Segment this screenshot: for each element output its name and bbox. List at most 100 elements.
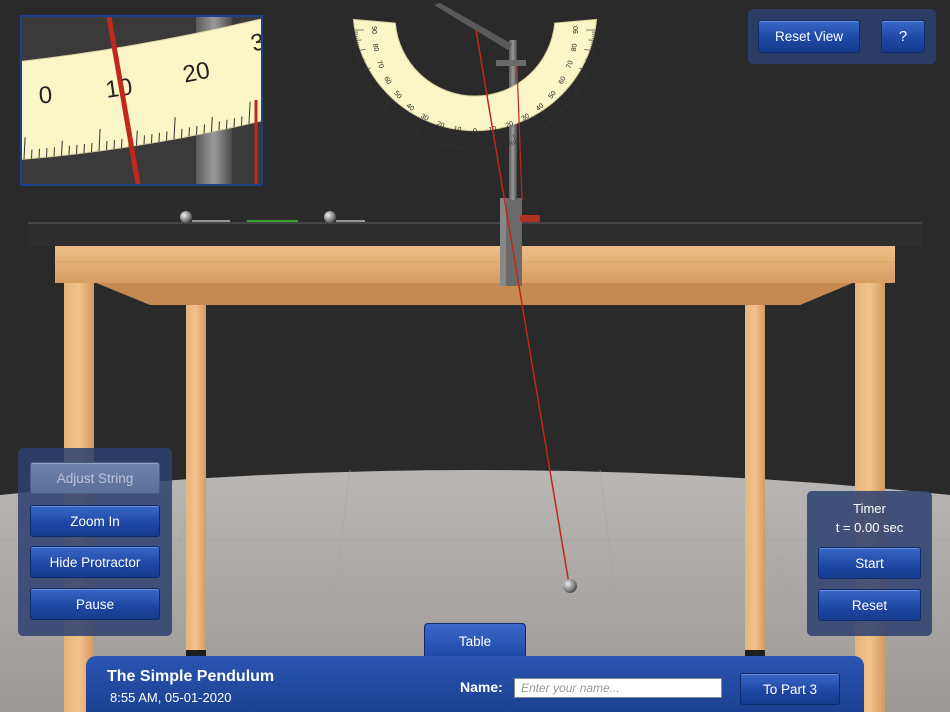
protractor-tick bbox=[359, 63, 364, 66]
hide-protractor-button[interactable]: Hide Protractor bbox=[30, 546, 160, 578]
protractor-tick bbox=[484, 143, 486, 151]
pendulum-bob[interactable] bbox=[563, 579, 577, 593]
protractor-label: 0 bbox=[473, 128, 477, 135]
reset-view-button[interactable]: Reset View bbox=[758, 20, 860, 53]
table-leg-back-left bbox=[186, 303, 206, 658]
protractor-tick bbox=[503, 143, 505, 148]
protractor-tick bbox=[389, 110, 395, 116]
name-input[interactable] bbox=[514, 678, 722, 698]
name-label: Name: bbox=[460, 679, 503, 695]
pause-button[interactable]: Pause bbox=[30, 588, 160, 620]
protractor-label: 90 bbox=[370, 26, 377, 34]
timer-start-button[interactable]: Start bbox=[818, 547, 921, 579]
protractor-tick bbox=[588, 56, 593, 58]
view-panel: Reset View ? bbox=[748, 9, 936, 64]
zoom-inset: 0 10 20 3 bbox=[20, 15, 263, 186]
protractor-tick bbox=[575, 90, 579, 93]
protractor-tick bbox=[584, 71, 589, 74]
protractor-tick bbox=[558, 111, 563, 115]
protractor-tick bbox=[372, 91, 376, 95]
timer-title: Timer bbox=[853, 501, 886, 516]
timer-reset-button[interactable]: Reset bbox=[818, 589, 921, 621]
protractor: 9080706050403020100102030405060708090 bbox=[352, 18, 598, 151]
protractor-tick bbox=[546, 114, 554, 123]
protractor-tick bbox=[545, 123, 549, 127]
protractor-tick bbox=[531, 132, 534, 136]
protractor-tick bbox=[540, 126, 543, 131]
protractor-tick bbox=[556, 113, 560, 118]
protractor-tick bbox=[574, 91, 578, 95]
protractor-tick bbox=[398, 120, 402, 125]
protractor-tick bbox=[551, 118, 555, 122]
next-part-button[interactable]: To Part 3 bbox=[740, 673, 840, 705]
protractor-tick bbox=[585, 59, 592, 62]
protractor-tick bbox=[363, 75, 368, 78]
protractor-tick bbox=[441, 142, 444, 147]
protractor-tick bbox=[586, 63, 591, 66]
zoom-label-20: 20 bbox=[181, 57, 213, 89]
protractor-tick bbox=[559, 101, 568, 109]
help-button[interactable]: ? bbox=[881, 20, 925, 53]
protractor-tick bbox=[565, 103, 570, 107]
protractor-label: 80 bbox=[571, 43, 579, 52]
protractor-tick bbox=[501, 143, 503, 148]
bottom-bar: The Simple Pendulum 8:55 AM, 05-01-2020 … bbox=[86, 656, 864, 712]
protractor-tick bbox=[357, 58, 362, 60]
protractor-tick bbox=[572, 93, 577, 97]
protractor-tick bbox=[546, 122, 550, 126]
protractor-tick bbox=[570, 85, 580, 91]
protractor-label: 10 bbox=[453, 126, 462, 134]
protractor-tick bbox=[370, 85, 380, 91]
protractor-tick bbox=[383, 106, 387, 110]
timer-readout: t = 0.00 sec bbox=[835, 520, 904, 535]
protractor-tick bbox=[367, 82, 371, 86]
protractor-tick bbox=[435, 140, 438, 145]
protractor-tick bbox=[464, 143, 466, 151]
protractor-body bbox=[352, 18, 598, 132]
protractor-tick bbox=[387, 111, 392, 115]
protractor-tick bbox=[390, 113, 394, 118]
protractor-tick bbox=[373, 93, 378, 97]
protractor-tick bbox=[360, 67, 365, 70]
protractor-tick bbox=[392, 115, 396, 119]
table-leg-back-right bbox=[745, 303, 765, 658]
protractor-tick bbox=[520, 137, 523, 142]
protractor-tick bbox=[516, 139, 519, 144]
protractor-tick bbox=[457, 145, 460, 150]
protractor-tick bbox=[548, 120, 552, 125]
protractor-tick bbox=[560, 109, 564, 113]
protractor-tick bbox=[393, 116, 397, 121]
protractor-label: 20 bbox=[435, 121, 445, 130]
protractor-label: 90 bbox=[573, 26, 580, 34]
protractor-tick bbox=[427, 137, 430, 142]
protractor-tick bbox=[553, 116, 557, 121]
protractor-tick bbox=[543, 124, 547, 129]
protractor-tick bbox=[447, 143, 449, 148]
protractor-tick bbox=[529, 133, 533, 137]
spare-bob-2 bbox=[324, 211, 336, 223]
tab-table[interactable]: Table bbox=[424, 623, 526, 659]
protractor-tick bbox=[374, 95, 379, 98]
protractor-tick bbox=[400, 122, 404, 126]
table-apron bbox=[55, 243, 895, 283]
protractor-tick bbox=[357, 56, 362, 58]
protractor-tick bbox=[412, 130, 415, 134]
protractor-tick bbox=[451, 144, 453, 149]
protractor-tick bbox=[425, 136, 428, 141]
protractor-tick bbox=[395, 118, 399, 122]
protractor-tick bbox=[578, 84, 582, 88]
adjust-string-button[interactable]: Adjust String bbox=[30, 462, 160, 494]
protractor-tick bbox=[583, 73, 588, 76]
protractor-tick bbox=[554, 115, 558, 119]
protractor-tick bbox=[369, 86, 373, 89]
protractor-tick bbox=[378, 100, 382, 104]
protractor-tick bbox=[396, 114, 404, 123]
protractor-tick bbox=[561, 108, 566, 112]
protractor-tick bbox=[384, 108, 389, 112]
protractor-tick bbox=[408, 127, 412, 132]
lab-title: The Simple Pendulum bbox=[107, 668, 275, 685]
zoom-in-button[interactable]: Zoom In bbox=[30, 505, 160, 537]
protractor-tick bbox=[416, 132, 419, 136]
protractor-tick bbox=[555, 110, 561, 116]
spare-bob-1 bbox=[180, 211, 192, 223]
